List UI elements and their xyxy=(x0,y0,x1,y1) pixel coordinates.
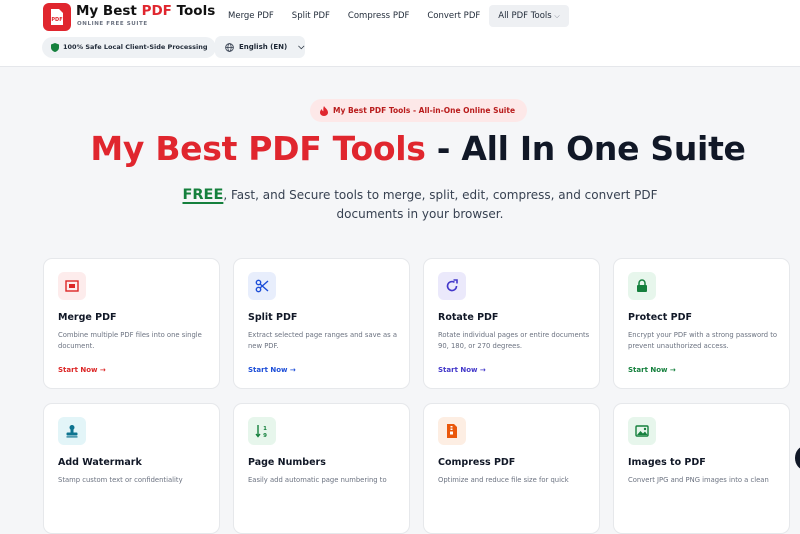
start-now-link[interactable]: Start Now → xyxy=(438,366,486,374)
sort-numbers-icon: 19 xyxy=(248,417,276,445)
globe-icon xyxy=(225,42,234,52)
start-now-link[interactable]: Start Now → xyxy=(248,366,296,374)
main-nav: Merge PDF Split PDF Compress PDF Convert… xyxy=(219,5,569,27)
card-description: Combine multiple PDF files into one sing… xyxy=(58,331,202,350)
tool-card-add-watermark[interactable]: Add Watermark Stamp custom text or confi… xyxy=(43,403,220,534)
tool-card-compress-pdf[interactable]: Compress PDF Optimize and reduce file si… xyxy=(423,403,600,534)
card-title: Rotate PDF xyxy=(438,312,499,323)
nav-merge-pdf[interactable]: Merge PDF xyxy=(219,5,283,27)
brand-subtitle: ONLINE FREE SUITE xyxy=(77,21,148,27)
start-now-link[interactable]: Start Now → xyxy=(58,366,106,374)
shield-icon xyxy=(51,43,59,52)
card-title: Merge PDF xyxy=(58,312,117,323)
nav-compress-pdf[interactable]: Compress PDF xyxy=(339,5,418,27)
fire-icon xyxy=(320,105,328,116)
chevron-down-icon: ⌵ xyxy=(298,42,305,51)
nav-split-pdf[interactable]: Split PDF xyxy=(283,5,339,27)
chevron-down-icon: ⌵ xyxy=(554,12,560,20)
card-title: Images to PDF xyxy=(628,457,706,468)
card-description: Stamp custom text or confidentiality xyxy=(58,476,183,484)
tool-card-protect-pdf[interactable]: Protect PDF Encrypt your PDF with a stro… xyxy=(613,258,790,389)
card-title: Compress PDF xyxy=(438,457,516,468)
rotate-icon xyxy=(438,272,466,300)
card-title: Protect PDF xyxy=(628,312,692,323)
hero-title: My Best PDF Tools - All In One Suite xyxy=(90,129,746,168)
language-selector[interactable]: English (EN) ⌵ xyxy=(215,36,305,58)
image-icon xyxy=(628,417,656,445)
top-header: PDF My Best PDF Tools ONLINE FREE SUITE … xyxy=(0,0,800,67)
scissors-icon xyxy=(248,272,276,300)
safe-badge-label: 100% Safe Local Client-Side Processing xyxy=(63,43,208,51)
card-description: Optimize and reduce file size for quick xyxy=(438,476,569,484)
card-title: Add Watermark xyxy=(58,457,142,468)
start-now-link[interactable]: Start Now → xyxy=(628,366,676,374)
merge-icon xyxy=(58,272,86,300)
tool-card-images-to-pdf[interactable]: Images to PDF Convert JPG and PNG images… xyxy=(613,403,790,534)
card-title: Split PDF xyxy=(248,312,298,323)
tool-card-page-numbers[interactable]: 19 Page Numbers Easily add automatic pag… xyxy=(233,403,410,534)
tool-card-merge-pdf[interactable]: Merge PDF Combine multiple PDF files int… xyxy=(43,258,220,389)
tool-card-rotate-pdf[interactable]: Rotate PDF Rotate individual pages or en… xyxy=(423,258,600,389)
card-description: Extract selected page ranges and save as… xyxy=(248,331,398,350)
brand-title[interactable]: My Best PDF Tools xyxy=(76,3,215,19)
language-label: English (EN) xyxy=(239,43,288,51)
card-title: Page Numbers xyxy=(248,457,326,468)
lock-icon xyxy=(628,272,656,300)
svg-text:9: 9 xyxy=(263,433,267,438)
nav-convert-pdf[interactable]: Convert PDF xyxy=(418,5,489,27)
svg-text:1: 1 xyxy=(263,426,267,432)
card-description: Encrypt your PDF with a strong password … xyxy=(628,331,778,350)
nav-all-pdf-tools[interactable]: All PDF Tools ⌵ xyxy=(489,5,569,27)
chat-widget-button[interactable] xyxy=(795,446,800,470)
tool-card-split-pdf[interactable]: Split PDF Extract selected page ranges a… xyxy=(233,258,410,389)
hero-pill-label: My Best PDF Tools - All-in-One Online Su… xyxy=(333,106,516,115)
card-description: Easily add automatic page numbering to xyxy=(248,476,387,484)
hero-subtitle: FREE, Fast, and Secure tools to merge, s… xyxy=(182,187,658,221)
free-label: FREE xyxy=(182,187,224,203)
logo-text: PDF xyxy=(51,17,62,23)
stamp-icon xyxy=(58,417,86,445)
nav-all-label: All PDF Tools xyxy=(498,11,552,21)
safe-processing-badge: 100% Safe Local Client-Side Processing xyxy=(42,37,216,58)
logo-icon[interactable]: PDF xyxy=(43,3,71,31)
hero-pill: My Best PDF Tools - All-in-One Online Su… xyxy=(310,99,528,122)
card-description: Convert JPG and PNG images into a clean xyxy=(628,476,769,484)
card-description: Rotate individual pages or entire docume… xyxy=(438,331,590,350)
file-zip-icon xyxy=(438,417,466,445)
